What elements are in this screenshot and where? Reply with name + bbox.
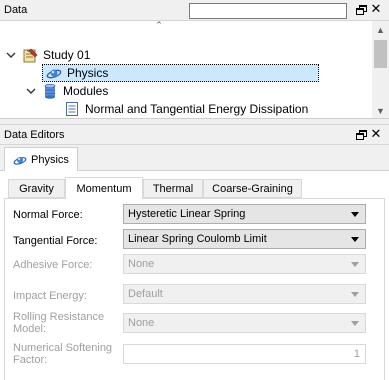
chevron-down-icon[interactable] <box>24 84 38 98</box>
document-icon <box>64 101 80 117</box>
impact-energy-dropdown[interactable]: Default <box>123 284 366 304</box>
tree-item-modules[interactable]: Modules <box>24 82 108 100</box>
tree-scrollbar[interactable]: ▲ ▼ <box>372 21 389 118</box>
rolling-resistance-dropdown[interactable]: None <box>123 313 366 333</box>
softening-factor-input[interactable]: 1 <box>123 344 366 364</box>
tree-item-label: Modules <box>63 84 109 98</box>
database-icon <box>42 83 58 99</box>
dropdown-arrow-icon <box>351 262 359 267</box>
restore-icon[interactable] <box>354 128 368 142</box>
restore-icon[interactable] <box>354 3 368 17</box>
close-icon[interactable]: ✕ <box>369 128 383 142</box>
doc-tab-physics[interactable]: Physics <box>4 147 78 171</box>
data-tree[interactable]: ⌃ Study 01 Physics Modules Normal and Ta… <box>0 21 389 119</box>
dropdown-arrow-icon <box>351 212 359 217</box>
tree-item-label: Study 01 <box>43 48 91 62</box>
tab-label: Gravity <box>19 182 54 195</box>
tree-item-label: Normal and Tangential Energy Dissipation <box>85 102 309 116</box>
normal-force-dropdown[interactable]: Hysteretic Linear Spring <box>123 204 366 224</box>
scroll-down-icon[interactable]: ▼ <box>372 102 389 118</box>
dropdown-value: Hysteretic Linear Spring <box>128 208 246 220</box>
data-filter-input[interactable] <box>189 3 347 19</box>
softening-factor-label: Numerical Softening Factor: <box>13 342 113 366</box>
adhesive-force-label: Adhesive Force: <box>13 259 93 271</box>
editors-panel-header: Data Editors ✕ <box>0 124 389 145</box>
data-panel-title: Data <box>4 4 28 16</box>
dropdown-value: None <box>128 258 155 270</box>
tree-item-physics[interactable]: Physics <box>46 64 108 82</box>
adhesive-force-dropdown[interactable]: None <box>123 254 366 274</box>
tab-coarse-graining[interactable]: Coarse-Graining <box>203 179 302 198</box>
tab-label: Momentum <box>76 182 132 195</box>
scroll-up-indicator-icon: ⌃ <box>155 21 163 30</box>
editors-panel-title: Data Editors <box>4 129 65 141</box>
doc-tab-label: Physics <box>31 153 69 166</box>
dropdown-value: None <box>128 317 155 329</box>
physics-icon <box>13 153 27 167</box>
scroll-up-icon[interactable]: ▲ <box>372 21 389 38</box>
dropdown-value: Linear Spring Coulomb Limit <box>128 233 267 245</box>
impact-energy-label: Impact Energy: <box>13 290 87 302</box>
tab-momentum[interactable]: Momentum <box>65 177 143 199</box>
tab-label: Thermal <box>152 182 194 195</box>
close-icon[interactable]: ✕ <box>369 3 383 17</box>
tree-item-label: Physics <box>67 66 109 80</box>
dropdown-arrow-icon <box>351 237 359 242</box>
scrollbar-thumb[interactable] <box>374 40 387 68</box>
rolling-resistance-label: Rolling Resistance Model: <box>13 311 105 335</box>
dropdown-arrow-icon <box>351 292 359 297</box>
dropdown-arrow-icon <box>351 321 359 326</box>
chevron-down-icon[interactable] <box>4 48 18 62</box>
physics-icon <box>46 65 62 81</box>
tab-label: Coarse-Graining <box>212 182 293 195</box>
tab-thermal[interactable]: Thermal <box>143 179 203 198</box>
normal-force-label: Normal Force: <box>13 209 83 221</box>
dropdown-value: Default <box>128 288 163 300</box>
tree-item-study[interactable]: Study 01 <box>4 46 90 64</box>
study-icon <box>22 47 38 63</box>
tangential-force-dropdown[interactable]: Linear Spring Coulomb Limit <box>123 229 366 249</box>
tangential-force-label: Tangential Force: <box>13 235 98 247</box>
data-panel-header: Data ✕ <box>0 0 389 21</box>
tree-item-energy-dissipation[interactable]: Normal and Tangential Energy Dissipation <box>64 100 308 118</box>
tab-gravity[interactable]: Gravity <box>8 179 65 198</box>
